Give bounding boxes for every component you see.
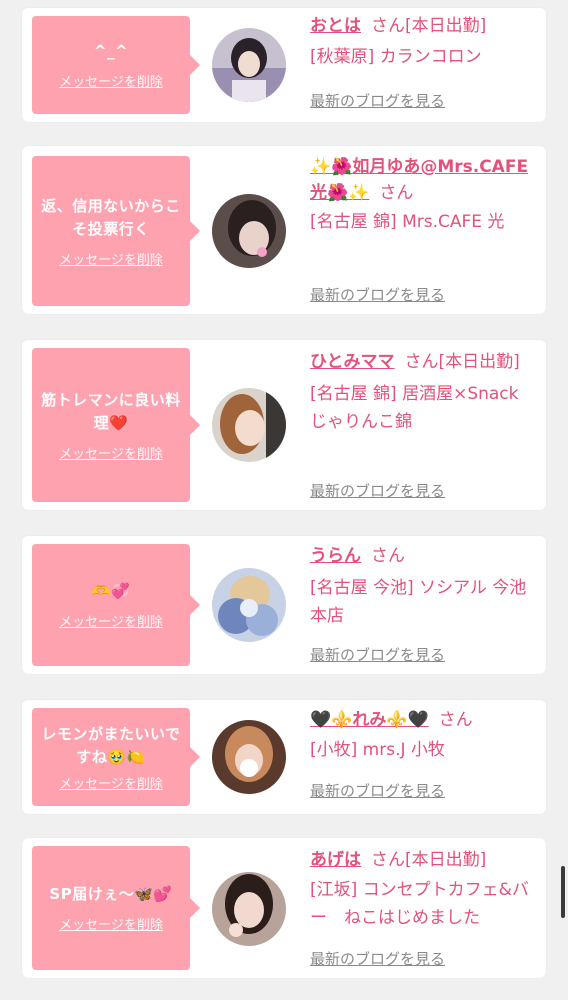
cast-name-link[interactable]: ひとみママ bbox=[310, 352, 395, 372]
shop-name[interactable]: [小牧] mrs.J 小牧 bbox=[310, 736, 538, 764]
cast-line: 🖤⚜️れみ⚜️🖤 さん bbox=[310, 706, 538, 734]
avatar[interactable] bbox=[212, 568, 286, 642]
avatar[interactable] bbox=[212, 194, 286, 268]
cast-name-link[interactable]: おとは bbox=[310, 16, 361, 36]
message-bubble: 筋トレマンに良い料理❤️ メッセージを削除 bbox=[32, 348, 200, 502]
message-text: レモンがまたいいですね🥹🍋 bbox=[41, 724, 181, 766]
cast-line: おとは さん[本日出勤] bbox=[310, 12, 538, 40]
card-otoha: ^_^ メッセージを削除 おとは さん[本日出勤] [秋葉原] カランコロン 最新… bbox=[22, 8, 546, 122]
message-text: 🫶💞 bbox=[91, 582, 131, 600]
message-bubble: レモンがまたいいですね🥹🍋 メッセージを削除 bbox=[32, 708, 200, 806]
honorific: さん bbox=[371, 850, 405, 870]
info-block: ひとみママ さん[本日出勤] [名古屋 錦] 居酒屋×Snack じゃりんこ錦 bbox=[310, 348, 538, 436]
avatar-photo bbox=[212, 388, 286, 462]
cast-line: ✨🌺如月ゆあ@Mrs.CAFE光🌺✨ さん bbox=[310, 154, 538, 206]
latest-blog-link[interactable]: 最新のブログを見る bbox=[310, 644, 445, 665]
message-bubble: 🫶💞 メッセージを削除 bbox=[32, 544, 200, 666]
status-badge: [本日出勤] bbox=[438, 352, 520, 372]
avatar-photo bbox=[212, 872, 286, 946]
message-bubble: 返、信用ないからこそ投票行く メッセージを削除 bbox=[32, 156, 200, 306]
latest-blog-link[interactable]: 最新のブログを見る bbox=[310, 284, 445, 305]
avatar[interactable] bbox=[212, 720, 286, 794]
avatar[interactable] bbox=[212, 28, 286, 102]
info-block: うらん さん [名古屋 今池] ソシアル 今池本店 bbox=[310, 542, 538, 630]
info-block: ✨🌺如月ゆあ@Mrs.CAFE光🌺✨ さん [名古屋 錦] Mrs.CAFE 光 bbox=[310, 154, 538, 236]
shop-name[interactable]: [秋葉原] カランコロン bbox=[310, 43, 538, 71]
avatar[interactable] bbox=[212, 872, 286, 946]
cast-line: うらん さん bbox=[310, 542, 538, 570]
message-bubble: SP届けぇ〜🦋💕 メッセージを削除 bbox=[32, 846, 200, 970]
cast-name-link[interactable]: うらん bbox=[310, 546, 361, 566]
delete-message-link[interactable]: メッセージを削除 bbox=[59, 611, 163, 630]
cast-name-link[interactable]: ✨🌺如月ゆあ@Mrs.CAFE光🌺✨ bbox=[310, 157, 528, 203]
honorific: さん bbox=[379, 183, 414, 203]
latest-blog-link[interactable]: 最新のブログを見る bbox=[310, 480, 445, 501]
message-text: 筋トレマンに良い料理❤️ bbox=[41, 390, 181, 432]
latest-blog-link[interactable]: 最新のブログを見る bbox=[310, 90, 445, 111]
info-block: 🖤⚜️れみ⚜️🖤 さん [小牧] mrs.J 小牧 bbox=[310, 706, 538, 764]
card-yua: 返、信用ないからこそ投票行く メッセージを削除 ✨🌺如月ゆあ@Mrs.CAFE光… bbox=[22, 146, 546, 314]
status-badge: [本日出勤] bbox=[405, 16, 487, 36]
delete-message-link[interactable]: メッセージを削除 bbox=[59, 443, 163, 462]
honorific: さん bbox=[371, 546, 405, 566]
honorific: さん bbox=[404, 352, 439, 372]
message-text: 返、信用ないからこそ投票行く bbox=[41, 196, 181, 238]
latest-blog-link[interactable]: 最新のブログを見る bbox=[310, 948, 445, 969]
message-bubble: ^_^ メッセージを削除 bbox=[32, 16, 200, 114]
card-ageha: SP届けぇ〜🦋💕 メッセージを削除 あげは さん[本日出勤] [江坂] コンセプト… bbox=[22, 838, 546, 978]
avatar[interactable] bbox=[212, 388, 286, 462]
delete-message-link[interactable]: メッセージを削除 bbox=[59, 71, 163, 90]
status-badge: [本日出勤] bbox=[405, 850, 487, 870]
card-hitomi: 筋トレマンに良い料理❤️ メッセージを削除 ひとみママ さん[本日出勤] [名古屋… bbox=[22, 340, 546, 510]
shop-name[interactable]: [名古屋 錦] Mrs.CAFE 光 bbox=[310, 208, 538, 236]
shop-name[interactable]: [江坂] コンセプトカフェ&バー ねこはじめました bbox=[310, 876, 538, 932]
cast-line: あげは さん[本日出勤] bbox=[310, 846, 538, 874]
message-text: SP届けぇ〜🦋💕 bbox=[49, 885, 173, 903]
info-block: あげは さん[本日出勤] [江坂] コンセプトカフェ&バー ねこはじめました bbox=[310, 846, 538, 932]
shop-name[interactable]: [名古屋 今池] ソシアル 今池本店 bbox=[310, 574, 538, 630]
delete-message-link[interactable]: メッセージを削除 bbox=[59, 249, 163, 268]
honorific: さん bbox=[438, 710, 473, 730]
delete-message-link[interactable]: メッセージを削除 bbox=[59, 773, 163, 792]
info-block: おとは さん[本日出勤] [秋葉原] カランコロン bbox=[310, 12, 538, 71]
card-uran: 🫶💞 メッセージを削除 うらん さん [名古屋 今池] ソシアル 今池本店 最新の… bbox=[22, 536, 546, 674]
delete-message-link[interactable]: メッセージを削除 bbox=[59, 914, 163, 933]
scrollbar[interactable] bbox=[561, 866, 565, 918]
cast-name-link[interactable]: あげは bbox=[310, 850, 361, 870]
card-remi: レモンがまたいいですね🥹🍋 メッセージを削除 🖤⚜️れみ⚜️🖤 さん [小牧] m… bbox=[22, 700, 546, 814]
avatar-photo bbox=[212, 720, 286, 794]
avatar-photo bbox=[212, 568, 286, 642]
shop-name[interactable]: [名古屋 錦] 居酒屋×Snack じゃりんこ錦 bbox=[310, 380, 538, 436]
avatar-photo bbox=[212, 194, 286, 268]
message-text: ^_^ bbox=[93, 42, 129, 60]
cast-name-link[interactable]: 🖤⚜️れみ⚜️🖤 bbox=[310, 710, 429, 730]
honorific: さん bbox=[371, 16, 405, 36]
avatar-photo bbox=[212, 28, 286, 102]
latest-blog-link[interactable]: 最新のブログを見る bbox=[310, 780, 445, 801]
cast-line: ひとみママ さん[本日出勤] bbox=[310, 348, 538, 376]
